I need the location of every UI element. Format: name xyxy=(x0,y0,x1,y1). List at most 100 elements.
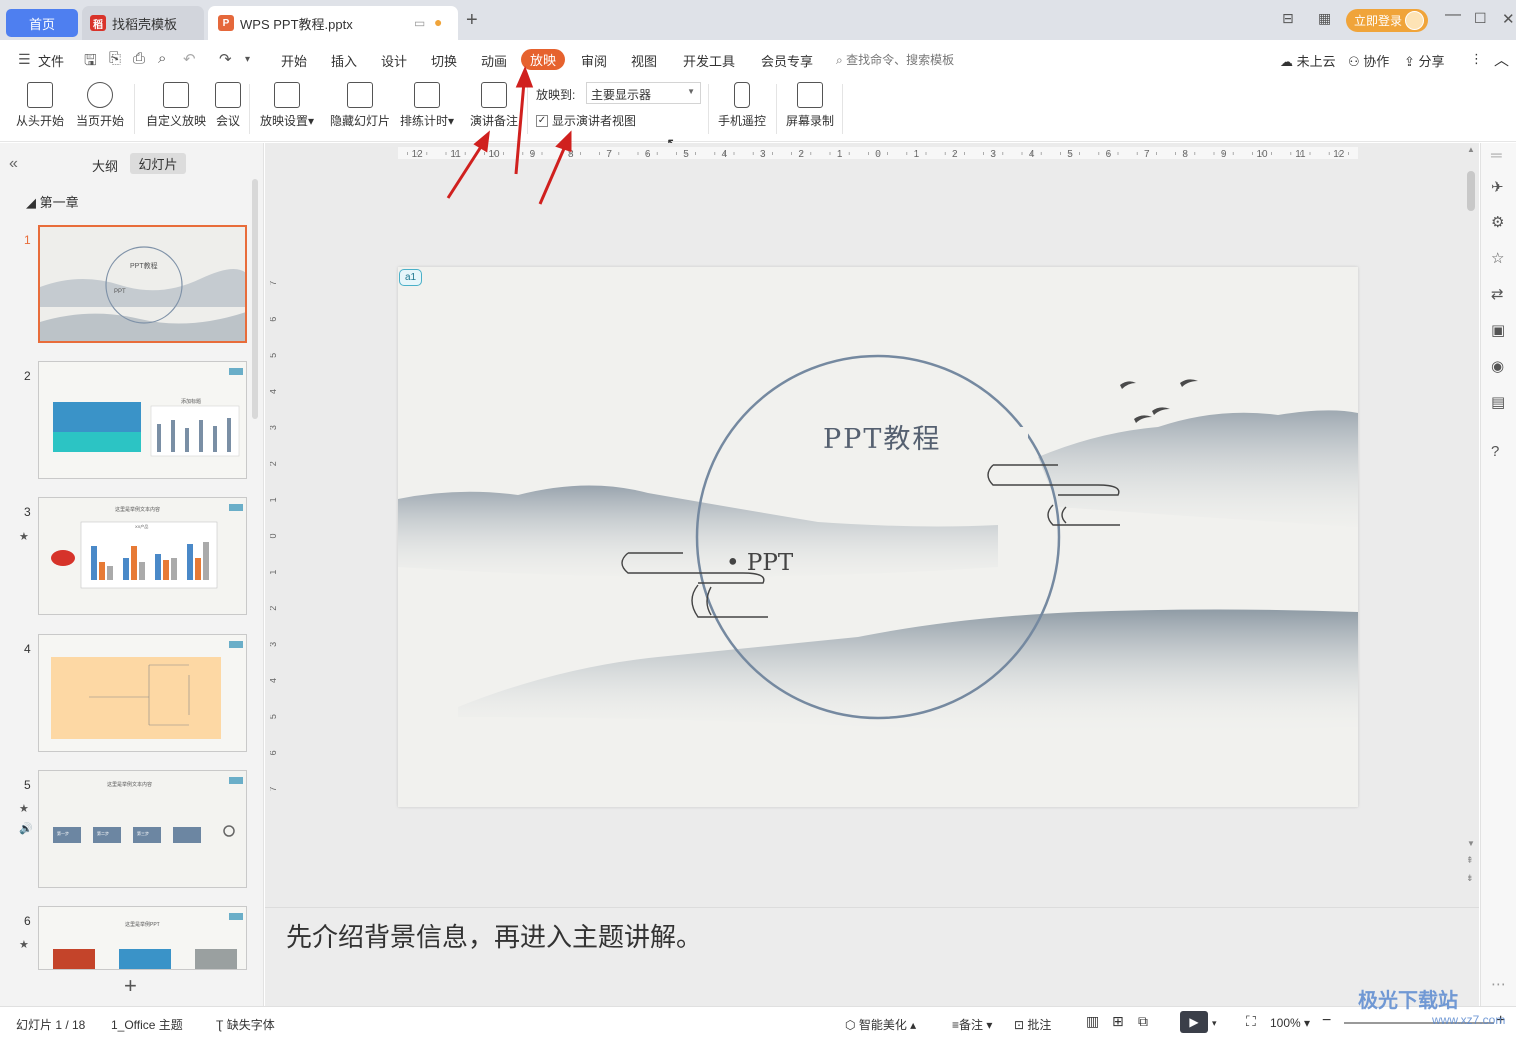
ruler-tick-label: 5 xyxy=(270,714,278,719)
theme-name[interactable]: 1_Office 主题 xyxy=(111,1016,183,1033)
slide-thumbnail-3[interactable]: 这里是举例文本内容 XX产品 xyxy=(38,497,247,615)
notes-pane[interactable]: 先介绍背景信息，再进入主题讲解。 xyxy=(265,907,1479,1006)
tab-home[interactable]: 首页 xyxy=(6,9,78,37)
more-dots-icon[interactable]: ⋯ xyxy=(1491,975,1506,993)
print-icon[interactable]: ⎙ xyxy=(133,50,145,67)
play-slideshow-button[interactable]: ▶ xyxy=(1180,1011,1208,1033)
cloud-status-button[interactable]: ☁ 未上云 xyxy=(1280,51,1336,70)
login-button[interactable]: 立即登录 xyxy=(1346,9,1428,32)
undo-icon[interactable]: ↶ xyxy=(183,50,196,68)
adjust-icon[interactable]: ⚙ xyxy=(1491,213,1504,231)
quick-access-dropdown-icon[interactable]: ▾ xyxy=(245,54,250,65)
tab-template[interactable]: 稻 找稻壳模板 xyxy=(82,6,204,40)
play-options-dropdown-icon[interactable]: ▾ xyxy=(1212,1018,1217,1029)
menu-member[interactable]: 会员专享 xyxy=(761,51,813,70)
collaborate-button[interactable]: ⚇ 协作 xyxy=(1348,51,1389,70)
add-tab-button[interactable]: + xyxy=(466,10,478,30)
fit-window-icon[interactable]: ⛶ xyxy=(1246,1013,1256,1030)
ruler-tick-label: 3 xyxy=(270,425,278,430)
swap-icon[interactable]: ⇄ xyxy=(1491,285,1504,303)
add-slide-button[interactable]: + xyxy=(124,973,137,999)
save-icon[interactable]: 🖫 xyxy=(84,50,97,75)
menu-design[interactable]: 设计 xyxy=(381,51,407,70)
sorter-view-icon[interactable]: ⊞ xyxy=(1112,1013,1124,1030)
export-pdf-icon[interactable]: ⎘ xyxy=(109,50,121,67)
show-settings-button[interactable]: 放映设置▾ xyxy=(260,82,314,129)
from-current-button[interactable]: 当页开始 xyxy=(76,82,124,129)
tab-slides[interactable]: 幻灯片 xyxy=(130,153,186,174)
ribbon-divider xyxy=(249,84,250,134)
panel-scrollbar[interactable] xyxy=(252,179,258,419)
zoom-level[interactable]: 100% ▾ xyxy=(1270,1016,1310,1030)
meeting-button[interactable]: 会议 xyxy=(215,82,241,129)
slide-thumbnail-6[interactable]: 这里是举例PPT xyxy=(38,906,247,970)
notes-text[interactable]: 先介绍背景信息，再进入主题讲解。 xyxy=(286,917,702,954)
slide-title[interactable]: PPT教程 xyxy=(823,417,941,456)
maximize-icon[interactable]: ☐ xyxy=(1474,10,1487,27)
slide-thumbnail-5[interactable]: 这里是举例文本内容 第一步 第二步 第三步 xyxy=(38,770,247,888)
notes-toggle[interactable]: ≡备注 ▾ xyxy=(952,1016,992,1033)
collapse-ribbon-icon[interactable]: ︿ xyxy=(1494,49,1509,70)
image-icon[interactable]: ▣ xyxy=(1491,321,1505,339)
drag-handle-icon[interactable]: ═ xyxy=(1491,147,1502,164)
custom-show-button[interactable]: 自定义放映 xyxy=(146,82,206,129)
tab-outline[interactable]: 大纲 xyxy=(92,156,118,175)
search-icon: ⌕ xyxy=(836,53,843,67)
ppt-file-icon: P xyxy=(218,15,234,31)
cast-to-select[interactable]: 主要显示器 ▼ xyxy=(586,82,701,104)
scroll-up-icon[interactable]: ▲ xyxy=(1467,145,1475,154)
slide-thumbnail-1[interactable]: PPT教程 PPT xyxy=(38,225,247,343)
star-icon[interactable]: ☆ xyxy=(1491,249,1504,267)
slide-thumbnail-2[interactable]: 添加标题 xyxy=(38,361,247,479)
grid-apps-icon[interactable]: ▦ xyxy=(1318,10,1331,27)
menu-insert[interactable]: 插入 xyxy=(331,51,357,70)
hamburger-icon[interactable]: ☰ xyxy=(18,51,31,68)
more-options-icon[interactable]: ⋮ xyxy=(1470,51,1483,67)
comment-badge[interactable]: a1 xyxy=(399,269,422,286)
slide-bullet[interactable]: • PPT xyxy=(726,550,793,576)
slide-thumbnail-4[interactable] xyxy=(38,634,247,752)
minimize-icon[interactable]: — xyxy=(1445,6,1461,24)
collapse-panel-icon[interactable]: « xyxy=(9,155,18,173)
animation-star-icon: ★ xyxy=(19,531,29,543)
redo-icon[interactable]: ↷ xyxy=(219,50,232,68)
beautify-button[interactable]: ⬡ 智能美化 ▴ xyxy=(845,1016,916,1033)
menu-view[interactable]: 视图 xyxy=(631,51,657,70)
reading-mode-icon[interactable]: ⊟ xyxy=(1282,10,1294,27)
tab-document[interactable]: P WPS PPT教程.pptx ▭ ● xyxy=(208,6,458,40)
phone-remote-button[interactable]: 手机遥控 xyxy=(718,82,766,129)
menu-file[interactable]: 文件 xyxy=(38,51,64,70)
print-preview-icon[interactable]: ⌕ xyxy=(158,50,166,67)
close-icon[interactable]: ✕ xyxy=(1502,10,1515,28)
missing-font-button[interactable]: Ʈ 缺失字体 xyxy=(216,1016,275,1033)
screen-record-button[interactable]: 屏幕录制 xyxy=(786,82,834,129)
from-start-button[interactable]: 从头开始 xyxy=(16,82,64,129)
tab-template-label: 找稻壳模板 xyxy=(112,16,178,32)
comment-toggle[interactable]: ⊡ 批注 xyxy=(1014,1016,1051,1033)
book-icon[interactable]: ▤ xyxy=(1491,393,1505,411)
section-header[interactable]: ◢ 第一章 xyxy=(26,192,79,211)
ruler-tick-label: 6 xyxy=(270,750,278,755)
slide-canvas[interactable]: PPT教程 • PPT xyxy=(398,267,1358,807)
prev-slide-icon[interactable]: ⇞ xyxy=(1466,855,1474,866)
reading-view-icon[interactable]: ⧉ xyxy=(1138,1013,1148,1030)
location-icon[interactable]: ◉ xyxy=(1491,357,1504,375)
editor-scrollbar[interactable]: ▲ ▼ ⇞ ⇟ xyxy=(1464,143,1478,907)
scroll-down-icon[interactable]: ▼ xyxy=(1467,839,1475,848)
next-slide-icon[interactable]: ⇟ xyxy=(1466,873,1474,884)
monitor-icon[interactable]: ▭ xyxy=(414,16,425,30)
rocket-icon[interactable]: ✈ xyxy=(1491,178,1504,196)
menu-home[interactable]: 开始 xyxy=(281,51,307,70)
custom-show-icon xyxy=(163,82,189,108)
normal-view-icon[interactable]: ▥ xyxy=(1086,1013,1099,1030)
command-search[interactable]: ⌕ 查找命令、搜索模板 xyxy=(836,51,954,68)
menu-developer[interactable]: 开发工具 xyxy=(683,51,735,70)
help-icon[interactable]: ? xyxy=(1491,443,1499,460)
scrollbar-thumb[interactable] xyxy=(1467,171,1475,211)
zoom-out-icon[interactable]: − xyxy=(1322,1012,1331,1030)
unsaved-dot-icon[interactable]: ● xyxy=(434,14,442,30)
share-icon: ⇪ xyxy=(1404,54,1415,69)
hide-slide-button[interactable]: 隐藏幻灯片 xyxy=(330,82,390,129)
thumb-1-art xyxy=(40,227,245,341)
share-button[interactable]: ⇪ 分享 xyxy=(1404,51,1445,70)
